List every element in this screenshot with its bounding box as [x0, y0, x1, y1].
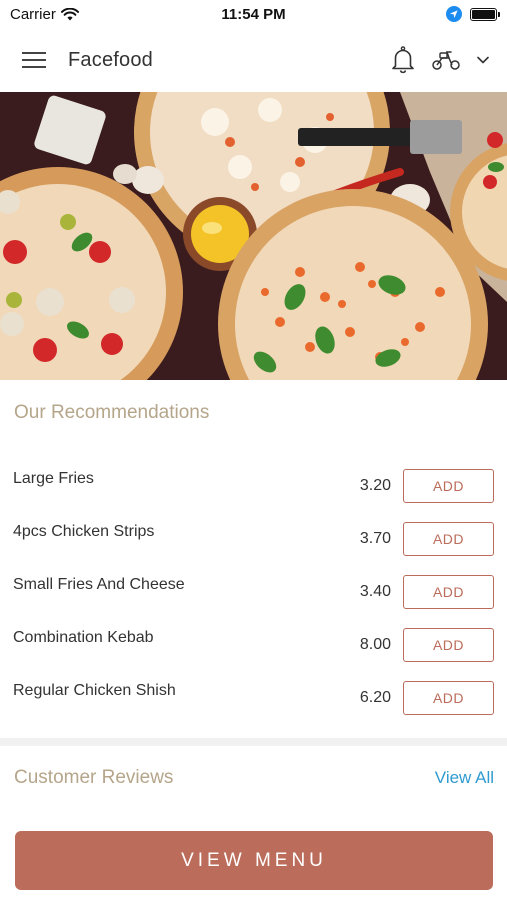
item-name: Combination Kebab: [13, 628, 154, 646]
item-name: Small Fries And Cheese: [13, 575, 185, 593]
app-title: Facefood: [68, 48, 153, 71]
list-item: Large Fries 3.20 ADD: [0, 459, 507, 512]
item-name: 4pcs Chicken Strips: [13, 522, 155, 540]
customer-reviews-title: Customer Reviews: [14, 767, 174, 788]
hamburger-menu-icon[interactable]: [22, 51, 46, 69]
item-name: Large Fries: [13, 469, 94, 487]
item-price: 6.20: [359, 688, 391, 706]
add-button[interactable]: ADD: [403, 521, 494, 556]
status-right: [446, 6, 500, 22]
list-item: Small Fries And Cheese 3.40 ADD: [0, 565, 507, 618]
battery-icon: [470, 7, 500, 21]
section-divider: [0, 738, 507, 746]
status-bar: Carrier 11:54 PM: [0, 0, 507, 28]
carrier-label: Carrier: [10, 5, 56, 23]
wifi-icon: [60, 7, 79, 20]
nav-actions: [391, 46, 489, 74]
add-button[interactable]: ADD: [403, 468, 494, 503]
item-price: 8.00: [359, 635, 391, 653]
recommendations-list: Large Fries 3.20 ADD 4pcs Chicken Strips…: [0, 459, 507, 724]
view-all-link[interactable]: View All: [435, 768, 494, 788]
scooter-icon[interactable]: [431, 49, 461, 71]
bell-icon[interactable]: [391, 46, 415, 74]
location-icon: [446, 6, 462, 22]
add-button[interactable]: ADD: [403, 680, 494, 715]
view-menu-button[interactable]: VIEW MENU: [15, 831, 493, 890]
add-button[interactable]: ADD: [403, 627, 494, 662]
pizza-banner-illustration: [0, 92, 507, 380]
item-price: 3.20: [359, 476, 391, 494]
nav-bar: Facefood: [0, 28, 507, 92]
list-item: Combination Kebab 8.00 ADD: [0, 618, 507, 671]
list-item: Regular Chicken Shish 6.20 ADD: [0, 671, 507, 724]
recommendations-title: Our Recommendations: [14, 402, 210, 423]
item-price: 3.70: [359, 529, 391, 547]
add-button[interactable]: ADD: [403, 574, 494, 609]
item-name: Regular Chicken Shish: [13, 681, 176, 699]
item-price: 3.40: [359, 582, 391, 600]
list-item: 4pcs Chicken Strips 3.70 ADD: [0, 512, 507, 565]
carrier-group: Carrier: [10, 6, 79, 23]
chevron-down-icon[interactable]: [477, 56, 489, 64]
hero-banner-image: [0, 92, 507, 380]
